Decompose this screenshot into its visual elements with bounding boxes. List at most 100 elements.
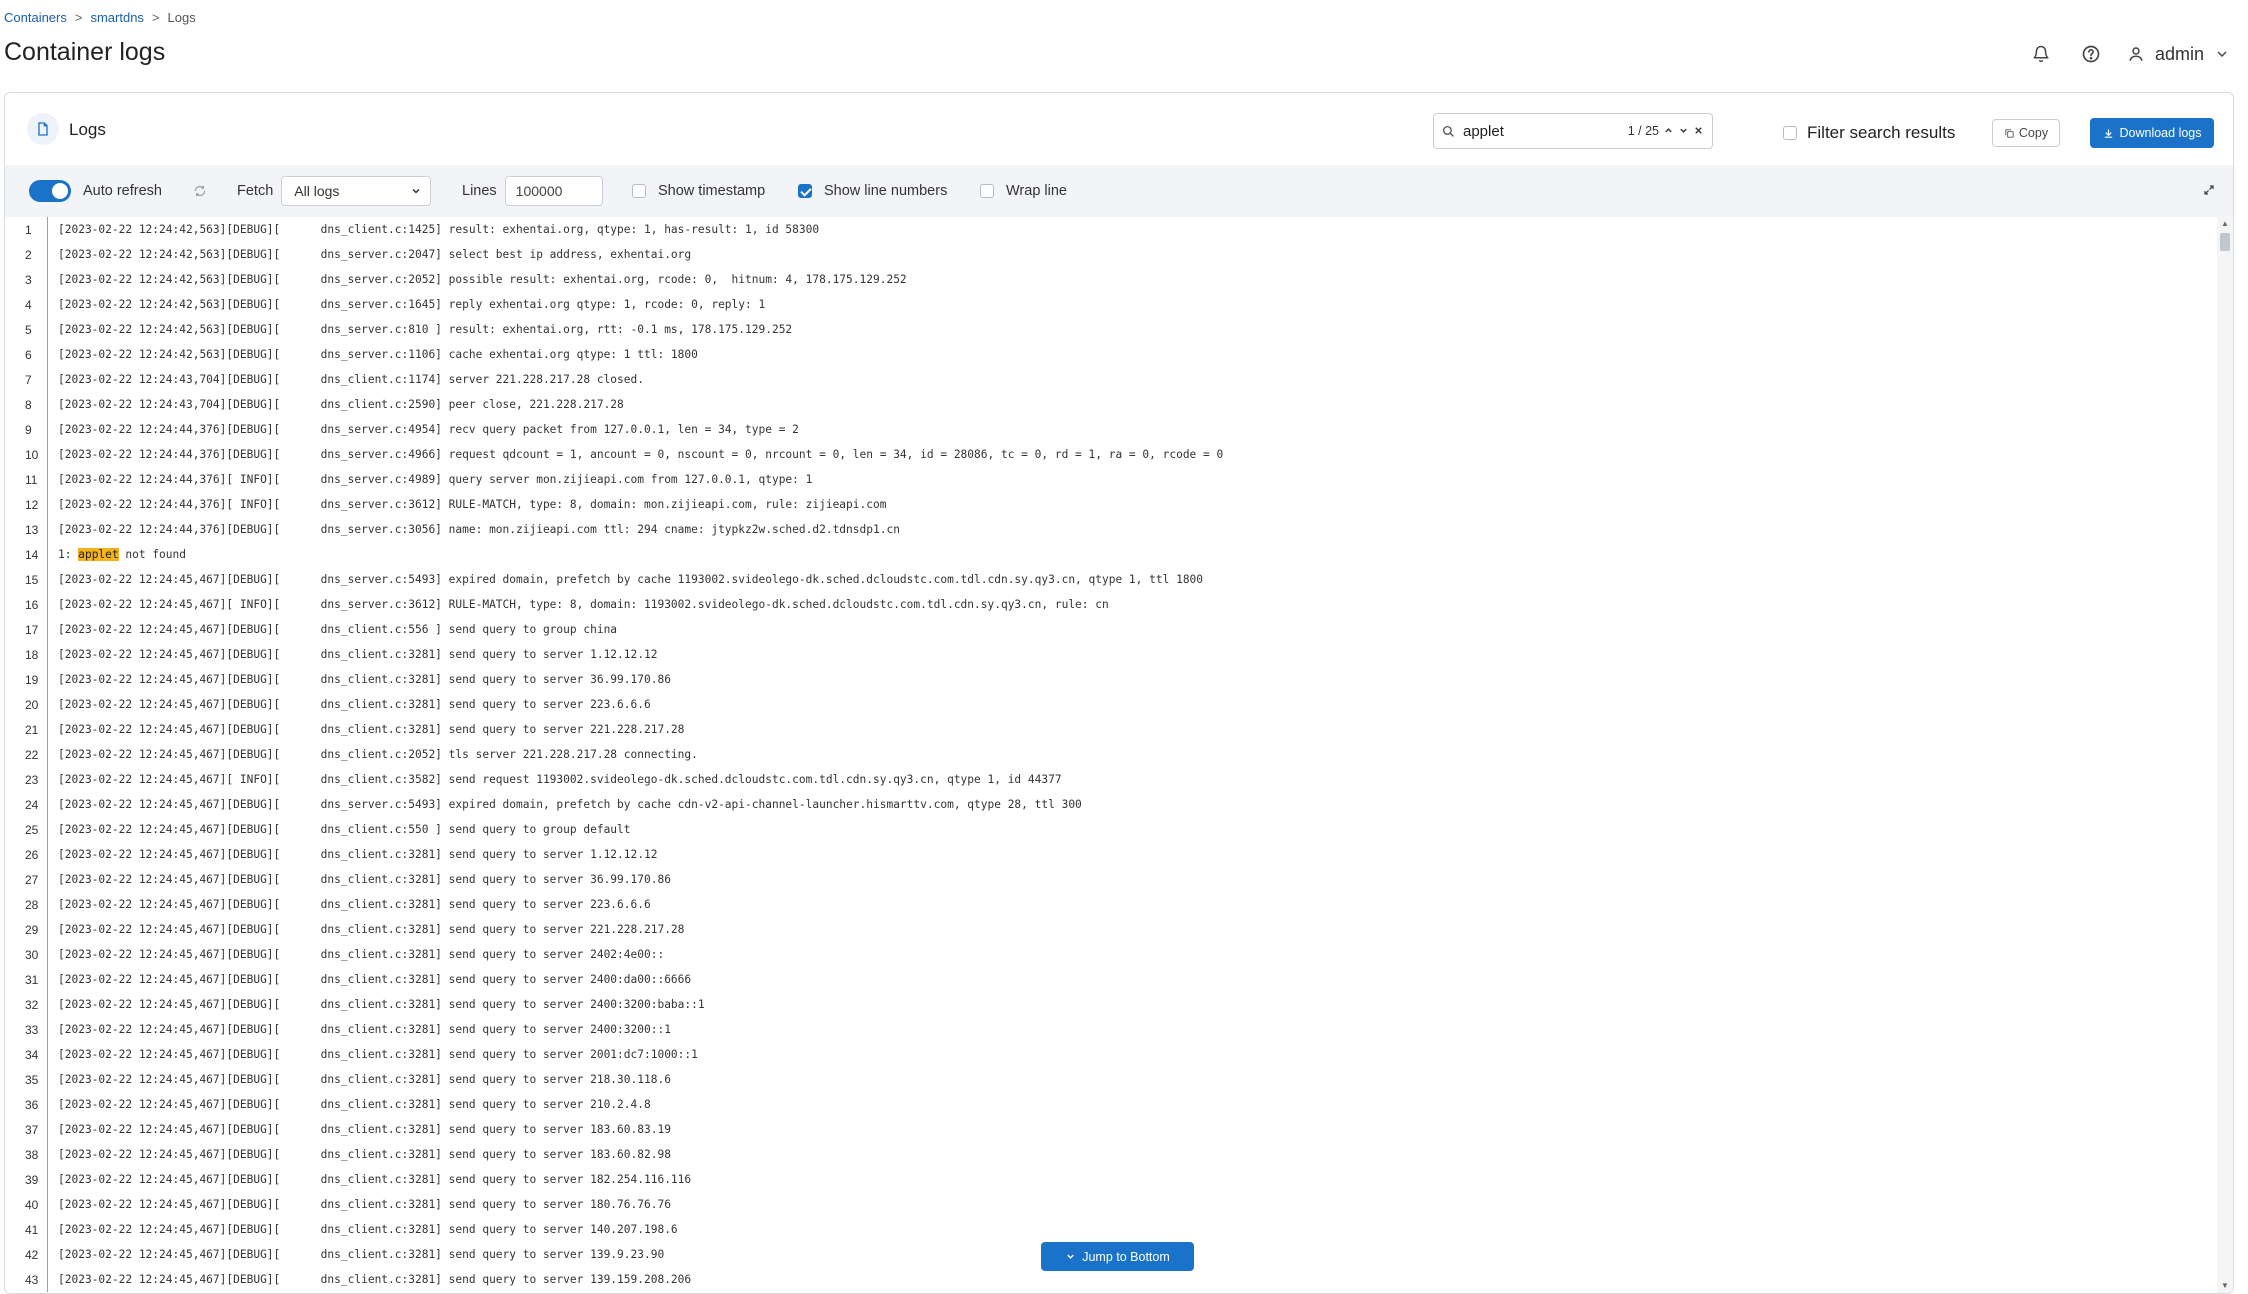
line-number: 2 (25, 247, 32, 262)
log-line: 37 [2023-02-22 12:24:45,467][DEBUG][ dns_… (5, 1117, 2213, 1142)
chevron-up-icon[interactable] (1663, 124, 1674, 139)
log-text: [2023-02-22 12:24:42,563][DEBUG][ dns_se… (58, 298, 766, 311)
lines-input[interactable] (504, 176, 603, 206)
line-gutter (47, 1217, 48, 1242)
filter-checkbox[interactable] (1783, 126, 1797, 140)
wrap-line-checkbox[interactable] (980, 184, 994, 198)
card-title: Logs (69, 120, 106, 139)
help-icon (2082, 45, 2100, 63)
search-input[interactable] (1461, 121, 1615, 141)
line-gutter (47, 1017, 48, 1042)
breadcrumb-containers[interactable]: Containers (4, 10, 67, 25)
line-number: 8 (25, 397, 32, 412)
log-text: [2023-02-22 12:24:45,467][DEBUG][ dns_cl… (58, 1148, 671, 1161)
auto-refresh-toggle[interactable] (29, 180, 71, 202)
line-number: 42 (25, 1247, 39, 1262)
logs-card: Logs 1 / 25 Filter search results Copy (4, 92, 2234, 1294)
show-line-numbers-checkbox[interactable] (798, 184, 812, 198)
line-gutter (47, 1167, 48, 1192)
log-text: [2023-02-22 12:24:45,467][DEBUG][ dns_cl… (58, 1273, 692, 1286)
line-number: 36 (25, 1097, 39, 1112)
breadcrumb-smartdns[interactable]: smartdns (90, 10, 143, 25)
line-gutter (47, 367, 48, 392)
filter-search-results[interactable]: Filter search results (1783, 123, 1955, 143)
line-number: 34 (25, 1047, 39, 1062)
line-number: 12 (25, 497, 39, 512)
log-text: [2023-02-22 12:24:42,563][DEBUG][ dns_se… (58, 273, 907, 286)
log-line: 16 [2023-02-22 12:24:45,467][ INFO][ dns_… (5, 592, 2213, 617)
lines-control: Lines (462, 165, 603, 217)
breadcrumb-separator: > (151, 10, 160, 25)
line-gutter (47, 842, 48, 867)
line-gutter (47, 392, 48, 417)
line-number: 15 (25, 572, 39, 587)
show-timestamp-checkbox[interactable] (632, 184, 646, 198)
line-gutter (47, 642, 48, 667)
fetch-select[interactable]: All logs (281, 176, 432, 206)
clear-search-icon[interactable] (1693, 124, 1704, 139)
show-line-numbers[interactable]: Show line numbers (798, 165, 947, 217)
line-gutter (47, 692, 48, 717)
scroll-up-icon[interactable]: ▲ (2220, 219, 2230, 229)
top-bar: admin (2027, 40, 2230, 68)
help-button[interactable] (2077, 40, 2105, 68)
line-number: 18 (25, 647, 39, 662)
line-number: 26 (25, 847, 39, 862)
user-menu[interactable]: admin (2127, 44, 2230, 65)
line-gutter (47, 1267, 48, 1292)
refresh-button[interactable] (193, 165, 207, 217)
log-line: 4 [2023-02-22 12:24:42,563][DEBUG][ dns_s… (5, 292, 2213, 317)
line-gutter (47, 1042, 48, 1067)
log-viewer[interactable]: 1 [2023-02-22 12:24:42,563][DEBUG][ dns_c… (5, 217, 2233, 1293)
log-line: 2 [2023-02-22 12:24:42,563][DEBUG][ dns_s… (5, 242, 2213, 267)
line-number: 38 (25, 1147, 39, 1162)
copy-label: Copy (2018, 126, 2049, 140)
line-number: 25 (25, 822, 39, 837)
show-timestamp[interactable]: Show timestamp (632, 165, 765, 217)
line-number: 23 (25, 772, 39, 787)
log-line: 17 [2023-02-22 12:24:45,467][DEBUG][ dns_… (5, 617, 2213, 642)
breadcrumb: Containers > smartdns > Logs (4, 10, 196, 25)
line-number: 5 (25, 322, 32, 337)
log-line: 20 [2023-02-22 12:24:45,467][DEBUG][ dns_… (5, 692, 2213, 717)
log-text: [2023-02-22 12:24:45,467][DEBUG][ dns_cl… (58, 898, 651, 911)
line-gutter (47, 742, 48, 767)
notifications-button[interactable] (2027, 40, 2055, 68)
line-number: 16 (25, 597, 39, 612)
scroll-down-icon[interactable]: ▼ (2220, 1281, 2230, 1291)
log-text: [2023-02-22 12:24:45,467][DEBUG][ dns_cl… (58, 923, 685, 936)
line-gutter (47, 767, 48, 792)
log-text: [2023-02-22 12:24:44,376][DEBUG][ dns_se… (58, 423, 799, 436)
chevron-down-icon (2217, 51, 2227, 58)
line-number: 1 (25, 222, 32, 237)
jump-to-bottom-button[interactable]: Jump to Bottom (1041, 1242, 1194, 1271)
log-line: 25 [2023-02-22 12:24:45,467][DEBUG][ dns_… (5, 817, 2213, 842)
line-number: 11 (25, 472, 38, 487)
log-text: [2023-02-22 12:24:44,376][DEBUG][ dns_se… (58, 448, 1224, 461)
log-text: [2023-02-22 12:24:45,467][DEBUG][ dns_cl… (58, 998, 705, 1011)
log-line: 12 [2023-02-22 12:24:44,376][ INFO][ dns_… (5, 492, 2213, 517)
log-text: [2023-02-22 12:24:45,467][DEBUG][ dns_cl… (58, 723, 685, 736)
scroll-thumb[interactable] (2220, 233, 2230, 251)
log-line: 27 [2023-02-22 12:24:45,467][DEBUG][ dns_… (5, 867, 2213, 892)
log-line: 35 [2023-02-22 12:24:45,467][DEBUG][ dns_… (5, 1067, 2213, 1092)
line-number: 39 (25, 1172, 39, 1187)
log-line: 8 [2023-02-22 12:24:43,704][DEBUG][ dns_c… (5, 392, 2213, 417)
line-number: 9 (25, 422, 32, 437)
chevron-down-icon[interactable] (1678, 124, 1689, 139)
log-scrollbar[interactable]: ▲ ▼ (2217, 217, 2233, 1293)
download-logs-button[interactable]: Download logs (2090, 118, 2214, 148)
log-text: [2023-02-22 12:24:45,467][DEBUG][ dns_cl… (58, 1223, 678, 1236)
line-gutter (47, 917, 48, 942)
log-line: 24 [2023-02-22 12:24:45,467][DEBUG][ dns_… (5, 792, 2213, 817)
wrap-line[interactable]: Wrap line (980, 165, 1067, 217)
auto-refresh: Auto refresh (29, 165, 162, 217)
line-number: 30 (25, 947, 39, 962)
copy-button[interactable]: Copy (1992, 119, 2060, 147)
log-text: [2023-02-22 12:24:45,467][DEBUG][ dns_cl… (58, 973, 692, 986)
log-text: [2023-02-22 12:24:43,704][DEBUG][ dns_cl… (58, 373, 644, 386)
log-line: 31 [2023-02-22 12:24:45,467][DEBUG][ dns_… (5, 967, 2213, 992)
line-gutter (47, 592, 48, 617)
expand-icon[interactable] (2203, 183, 2215, 201)
line-gutter (47, 967, 48, 992)
